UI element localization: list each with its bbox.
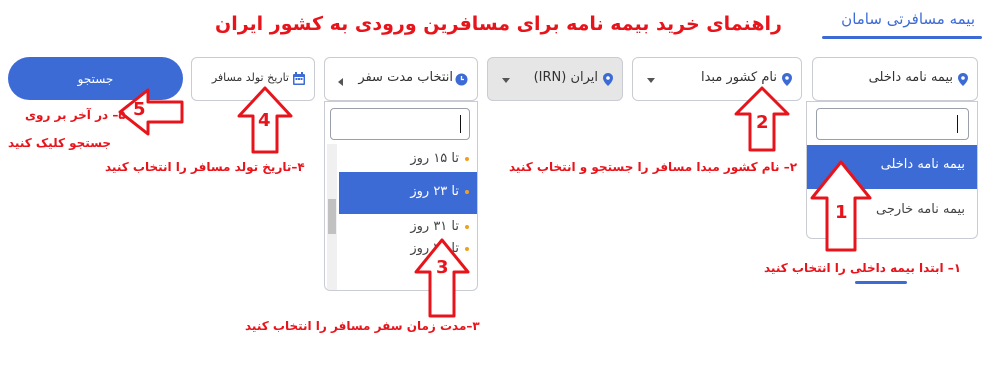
insurance-type-value: بیمه نامه داخلی [868, 70, 953, 85]
step-5-arrow-icon [118, 88, 184, 136]
destination-select: ایران (IRN) [487, 57, 623, 101]
step-1-instruction: ۱– ابتدا بیمه داخلی را انتخاب کنید [764, 261, 962, 275]
location-pin-icon [782, 73, 792, 86]
text-cursor [460, 115, 461, 133]
destination-value: ایران (IRN) [533, 70, 598, 85]
option-dot-icon [465, 156, 469, 161]
step-1-underline [855, 281, 907, 284]
step-4-number: 4 [258, 110, 271, 131]
insurance-type-search-input[interactable] [816, 108, 969, 140]
step-5-number: 5 [133, 99, 146, 120]
insurance-type-select[interactable]: بیمه نامه داخلی [812, 57, 978, 101]
option-dot-icon [465, 189, 469, 194]
origin-country-placeholder: نام کشور مبدا [701, 70, 777, 85]
step-4-instruction: ۴–تاریخ تولد مسافر را انتخاب کنید [105, 160, 305, 174]
calendar-icon [293, 72, 305, 85]
page-title: راهنمای خرید بیمه نامه برای مسافرین ورود… [215, 13, 782, 35]
trip-duration-placeholder: انتخاب مدت سفر [358, 70, 453, 85]
step-2-number: 2 [756, 112, 769, 133]
chevron-down-icon [338, 78, 343, 86]
tab-saman-travel-insurance[interactable]: بیمه مسافرتی سامان [841, 10, 975, 28]
chevron-down-icon [647, 78, 655, 83]
step-3-instruction: ۳–مدت زمان سفر مسافر را انتخاب کنید [245, 319, 480, 333]
step-2-instruction: ۲– نام کشور مبدا مسافر را جستجو و انتخاب… [509, 160, 798, 174]
step-3-arrow-icon [414, 238, 470, 318]
trip-duration-search-input[interactable] [330, 108, 470, 140]
scrollbar-thumb[interactable] [328, 199, 336, 234]
birth-date-placeholder: تاریخ تولد مسافر [211, 71, 289, 84]
clock-icon [455, 73, 468, 86]
step-3-number: 3 [436, 257, 449, 278]
chevron-down-icon [502, 78, 510, 83]
duration-option-selected[interactable]: تا ۲۳ روز [339, 172, 477, 214]
text-cursor [957, 115, 958, 133]
trip-duration-select[interactable]: انتخاب مدت سفر [324, 57, 478, 101]
duration-option[interactable]: تا ۱۵ روز [339, 146, 477, 174]
tab-active-underline [822, 36, 982, 39]
step-1-number: 1 [835, 202, 848, 223]
dropdown-scrollbar[interactable] [327, 144, 337, 290]
location-pin-icon [958, 73, 968, 86]
option-dot-icon [465, 224, 469, 229]
location-pin-icon [603, 73, 613, 86]
step-5-instruction-line2: جستجو کلیک کنید [8, 136, 112, 150]
step-5-instruction-line1: ۵– در آخر بر روی [25, 108, 126, 122]
